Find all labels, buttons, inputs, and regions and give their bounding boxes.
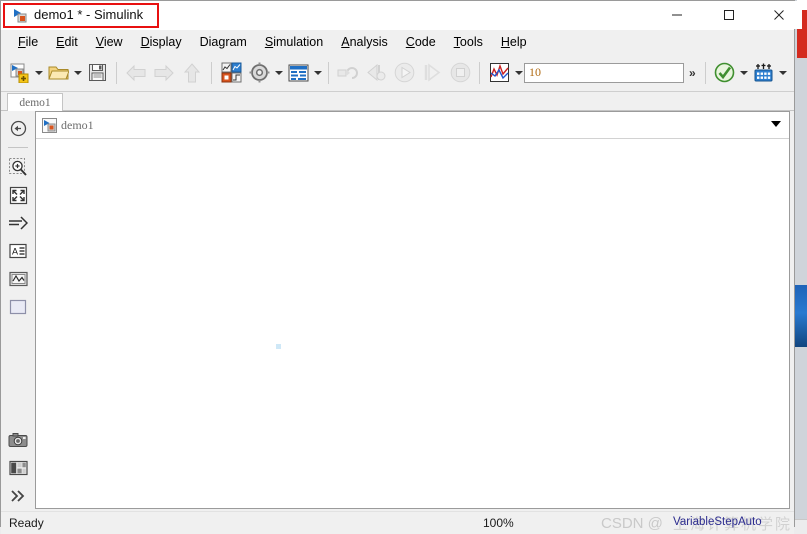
open-dropdown-caret[interactable] xyxy=(72,60,83,86)
menu-item-tools[interactable]: Tools xyxy=(445,32,492,52)
camera-icon[interactable] xyxy=(5,427,31,453)
toolbar-separator-3 xyxy=(328,62,329,84)
toolbar-separator-5 xyxy=(705,62,706,84)
maximize-button[interactable] xyxy=(706,1,752,29)
simulink-model-icon xyxy=(42,118,57,133)
build-dropdown-caret[interactable] xyxy=(778,60,789,86)
menu-label-view: iew xyxy=(104,35,123,49)
menu-label-file: ile xyxy=(26,35,39,49)
scope-preview-icon[interactable] xyxy=(5,266,31,292)
advisor-dropdown-caret[interactable] xyxy=(739,60,750,86)
model-canvas-container: demo1 xyxy=(35,111,790,509)
save-disk-icon[interactable] xyxy=(84,60,110,86)
library-browser-icon[interactable] xyxy=(218,60,244,86)
fit-to-view-icon[interactable] xyxy=(5,182,31,208)
toolbar-separator xyxy=(116,62,117,84)
menu-item-display[interactable]: Display xyxy=(132,32,191,52)
close-button[interactable] xyxy=(756,1,802,29)
chevron-double-right-icon[interactable] xyxy=(5,483,31,509)
model-canvas[interactable] xyxy=(36,139,789,508)
back-circle-icon[interactable] xyxy=(5,115,31,141)
inspector-dropdown-caret[interactable] xyxy=(513,60,524,86)
breadcrumb-path: demo1 xyxy=(61,118,94,133)
build-model-icon[interactable] xyxy=(751,60,777,86)
canvas-cursor-marker xyxy=(276,344,281,349)
menu-item-file[interactable]: File xyxy=(9,32,47,52)
menu-item-simulation[interactable]: Simulation xyxy=(256,32,332,52)
signal-arrow-icon[interactable] xyxy=(5,210,31,236)
open-folder-icon[interactable] xyxy=(45,60,71,86)
step-forward-icon[interactable] xyxy=(419,60,445,86)
breadcrumb[interactable]: demo1 xyxy=(36,112,789,139)
simulink-window: demo1 * - Simulink File Edit View Displa… xyxy=(0,0,795,527)
step-back-icon[interactable] xyxy=(363,60,389,86)
csdn-watermark: CSDN @ xyxy=(601,515,663,532)
background-image-thumbnail xyxy=(795,285,807,347)
model-explorer-icon[interactable] xyxy=(285,60,311,86)
forward-arrow-icon[interactable] xyxy=(151,60,177,86)
menu-label-display: isplay xyxy=(150,35,182,49)
status-text: Ready xyxy=(9,516,44,530)
chevron-down-icon[interactable] xyxy=(771,121,781,127)
up-arrow-icon[interactable] xyxy=(179,60,205,86)
new-model-dropdown-caret[interactable] xyxy=(33,60,44,86)
tab-label: demo1 xyxy=(19,97,50,109)
menu-label-tools: ools xyxy=(460,35,483,49)
canvas-toolbar: A xyxy=(1,111,35,511)
window-title: demo1 * - Simulink xyxy=(34,6,143,24)
zoom-in-icon[interactable] xyxy=(5,154,31,180)
simulink-model-icon xyxy=(13,8,28,23)
title-bar: demo1 * - Simulink xyxy=(1,1,794,30)
menu-label-analysis: nalysis xyxy=(350,35,388,49)
menu-label-diagram: ram xyxy=(225,35,247,49)
toolbar-separator-4 xyxy=(479,62,480,84)
solver-name: VariableStepAuto xyxy=(673,516,762,528)
background-window-strip xyxy=(795,0,807,533)
layout-panel-icon[interactable] xyxy=(5,455,31,481)
menu-bar: File Edit View Display Diagram Simulatio… xyxy=(1,30,794,54)
menu-item-analysis[interactable]: Analysis xyxy=(332,32,397,52)
tab-demo1[interactable]: demo1 xyxy=(7,93,63,111)
simulation-stop-time-input[interactable] xyxy=(524,63,684,83)
zoom-level: 100% xyxy=(483,516,514,530)
toolbar-overflow-icon[interactable]: » xyxy=(684,66,700,80)
menu-item-view[interactable]: View xyxy=(87,32,132,52)
menu-item-code[interactable]: Code xyxy=(397,32,445,52)
back-arrow-icon[interactable] xyxy=(123,60,149,86)
new-model-icon[interactable] xyxy=(6,60,32,86)
menu-item-diagram[interactable]: Diagram xyxy=(191,32,256,52)
text-annotation-icon[interactable]: A xyxy=(5,238,31,264)
stop-icon[interactable] xyxy=(447,60,473,86)
editor-body: A xyxy=(1,111,794,511)
toolbar: » xyxy=(1,54,794,92)
menu-label-help: elp xyxy=(510,35,527,49)
run-icon[interactable] xyxy=(391,60,417,86)
menu-label-code: ode xyxy=(415,35,436,49)
menu-label-edit: dit xyxy=(65,35,78,49)
canvas-area-wrapper: demo1 xyxy=(35,111,794,511)
update-diagram-icon[interactable] xyxy=(335,60,361,86)
gear-icon[interactable] xyxy=(246,60,272,86)
sidebar-divider xyxy=(8,147,28,148)
menu-item-edit[interactable]: Edit xyxy=(47,32,87,52)
minimize-button[interactable] xyxy=(654,1,700,29)
toolbar-separator-2 xyxy=(211,62,212,84)
check-circle-icon[interactable] xyxy=(712,60,738,86)
status-bar: Ready CSDN @ 上海计算机学院 100% VariableStepAu… xyxy=(1,511,794,534)
tab-strip-underline xyxy=(1,110,794,111)
svg-text:A: A xyxy=(12,247,18,257)
menu-item-help[interactable]: Help xyxy=(492,32,536,52)
scope-signal-icon[interactable] xyxy=(486,60,512,86)
menu-label-simulation: imulation xyxy=(273,35,323,49)
tab-strip: demo1 xyxy=(1,92,794,111)
area-rectangle-icon[interactable] xyxy=(5,294,31,320)
explorer-dropdown-caret[interactable] xyxy=(312,60,323,86)
config-dropdown-caret[interactable] xyxy=(273,60,284,86)
